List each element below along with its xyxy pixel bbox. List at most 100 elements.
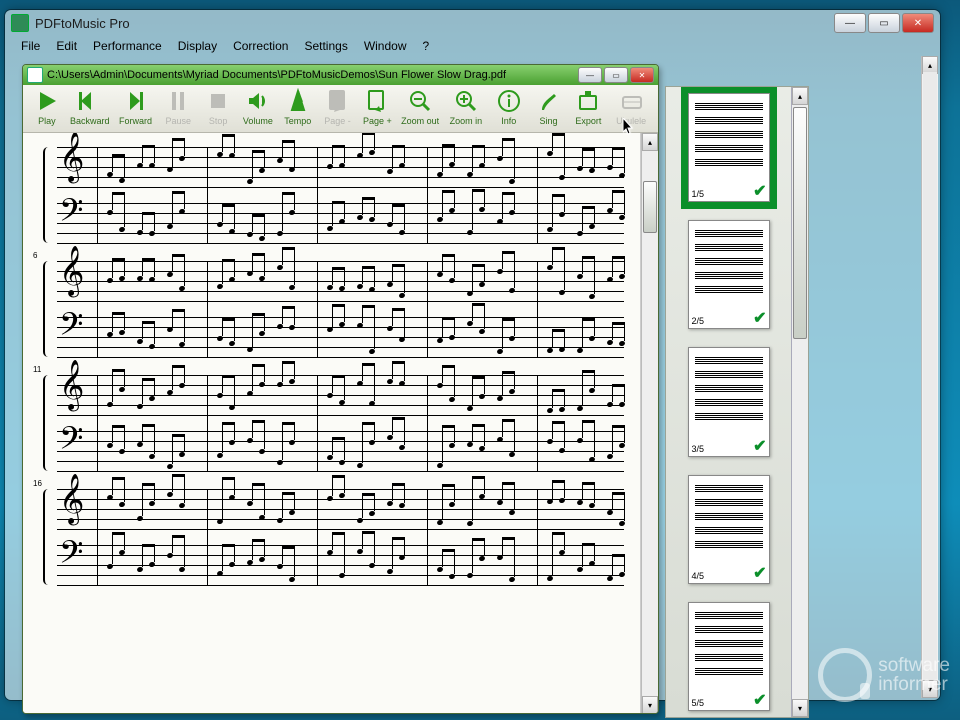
forward-icon — [121, 87, 149, 115]
page-thumbnail[interactable]: 1/5 ✔ — [688, 93, 770, 202]
page-thumbnail[interactable]: 2/5 ✔ — [688, 220, 770, 329]
outer-scroll-track[interactable] — [923, 72, 937, 682]
minimize-button[interactable]: — — [834, 13, 866, 33]
checkmark-icon: ✔ — [753, 563, 766, 583]
window-controls: — ▭ ✕ — [832, 13, 934, 33]
client-area: ▴ ▾ C:\Users\Admin\Documents\Myriad Docu… — [7, 56, 938, 698]
info-icon — [495, 87, 523, 115]
score-scroll-thumb[interactable] — [643, 181, 657, 233]
forward-label: Forward — [119, 116, 152, 128]
page+-icon — [363, 87, 391, 115]
menu-performance[interactable]: Performance — [85, 39, 170, 53]
page--label: Page - — [324, 116, 351, 128]
play-button[interactable]: Play — [27, 87, 67, 131]
sing-button[interactable]: Sing — [529, 87, 569, 131]
document-window: C:\Users\Admin\Documents\Myriad Document… — [22, 64, 659, 714]
document-titlebar[interactable]: C:\Users\Admin\Documents\Myriad Document… — [23, 65, 658, 85]
page+-label: Page + — [363, 116, 392, 128]
doc-minimize-button[interactable]: — — [578, 67, 602, 83]
thumb-page-label: 2/5 — [692, 316, 705, 326]
page+-button[interactable]: Page + — [357, 87, 397, 131]
menu-window[interactable]: Window — [356, 39, 415, 53]
zoomout-label: Zoom out — [401, 116, 439, 128]
volume-button[interactable]: Volume — [238, 87, 278, 131]
software-informer-watermark: software informer — [818, 648, 950, 702]
app-titlebar[interactable]: PDFtoMusic Pro — ▭ ✕ — [5, 10, 940, 36]
music-system: 𝄞 𝄢 16 — [57, 489, 624, 585]
watermark-icon — [818, 648, 872, 702]
outer-scrollbar[interactable]: ▴ ▾ — [921, 56, 938, 698]
score-scroll-down-icon[interactable]: ▾ — [642, 696, 658, 714]
music-system: 𝄞 𝄢 11 — [57, 375, 624, 471]
menu-display[interactable]: Display — [170, 39, 225, 53]
ukulele-icon — [617, 87, 645, 115]
thumbs-scroll-track[interactable] — [792, 105, 808, 699]
doc-window-controls: — ▭ ✕ — [576, 67, 654, 83]
score-scroll-up-icon[interactable]: ▴ — [642, 133, 658, 151]
checkmark-icon: ✔ — [753, 181, 766, 201]
doc-close-button[interactable]: ✕ — [630, 67, 654, 83]
menu-help[interactable]: ? — [415, 39, 438, 53]
pause-icon — [164, 87, 192, 115]
thumbs-scroll-up-icon[interactable]: ▴ — [792, 87, 808, 105]
pause-label: Pause — [166, 116, 192, 128]
zoomout-icon — [406, 87, 434, 115]
page-thumbnail[interactable]: 5/5 ✔ — [688, 602, 770, 711]
checkmark-icon: ✔ — [753, 436, 766, 456]
thumbs-scroll-thumb[interactable] — [793, 107, 807, 339]
stop-label: Stop — [209, 116, 228, 128]
export-label: Export — [575, 116, 601, 128]
thumb-page-label: 3/5 — [692, 444, 705, 454]
toolbar: PlayBackward Forward Pause Stop Volume Tempo P… — [23, 85, 658, 133]
doc-maximize-button[interactable]: ▭ — [604, 67, 628, 83]
menu-correction[interactable]: Correction — [225, 39, 296, 53]
score-scrollbar[interactable]: ▴ ▾ — [641, 133, 658, 714]
thumbs-scrollbar[interactable]: ▴ ▾ — [791, 87, 808, 717]
sing-icon — [535, 87, 563, 115]
menu-settings[interactable]: Settings — [296, 39, 355, 53]
tempo-button[interactable]: Tempo — [278, 87, 318, 131]
pause-button: Pause — [158, 87, 198, 131]
thumbnails-pane: 1/5 ✔ 2/5 ✔ 3/5 ✔ 4/5 ✔ 5/5 ✔ ▴ ▾ — [665, 86, 809, 718]
document-path: C:\Users\Admin\Documents\Myriad Document… — [47, 69, 576, 81]
thumb-page-label: 1/5 — [692, 189, 705, 199]
ukulele-label: Ukulele — [616, 116, 646, 128]
tempo-label: Tempo — [284, 116, 311, 128]
tempo-icon — [284, 87, 312, 115]
page-thumbnail[interactable]: 4/5 ✔ — [688, 475, 770, 584]
page--icon — [324, 87, 352, 115]
checkmark-icon: ✔ — [753, 690, 766, 710]
app-icon — [11, 14, 29, 32]
sing-label: Sing — [540, 116, 558, 128]
menu-bar: File Edit Performance Display Correction… — [5, 36, 940, 56]
maximize-button[interactable]: ▭ — [868, 13, 900, 33]
zoomin-icon — [452, 87, 480, 115]
thumb-page-label: 5/5 — [692, 698, 705, 708]
score-area: 𝄞 𝄢 — [23, 133, 658, 714]
music-system: 𝄞 𝄢 — [57, 147, 624, 243]
zoomin-button[interactable]: Zoom in — [443, 87, 489, 131]
page--button: Page - — [318, 87, 358, 131]
checkmark-icon: ✔ — [753, 308, 766, 328]
watermark-text: software informer — [878, 656, 950, 694]
score-view[interactable]: 𝄞 𝄢 — [23, 133, 641, 714]
stop-button: Stop — [198, 87, 238, 131]
export-button[interactable]: Export — [568, 87, 608, 131]
info-button[interactable]: Info — [489, 87, 529, 131]
info-label: Info — [501, 116, 516, 128]
thumbnails-list: 1/5 ✔ 2/5 ✔ 3/5 ✔ 4/5 ✔ 5/5 ✔ — [666, 87, 791, 717]
thumb-page-label: 4/5 — [692, 571, 705, 581]
zoomout-button[interactable]: Zoom out — [397, 87, 443, 131]
menu-file[interactable]: File — [13, 39, 48, 53]
forward-button[interactable]: Forward — [113, 87, 159, 131]
backward-label: Backward — [70, 116, 110, 128]
backward-button[interactable]: Backward — [67, 87, 113, 131]
menu-edit[interactable]: Edit — [48, 39, 85, 53]
thumbs-scroll-down-icon[interactable]: ▾ — [792, 699, 808, 717]
volume-label: Volume — [243, 116, 273, 128]
stop-icon — [204, 87, 232, 115]
close-button[interactable]: ✕ — [902, 13, 934, 33]
score-scroll-track[interactable] — [642, 151, 658, 696]
page-thumbnail[interactable]: 3/5 ✔ — [688, 347, 770, 456]
music-system: 𝄞 𝄢 6 — [57, 261, 624, 357]
